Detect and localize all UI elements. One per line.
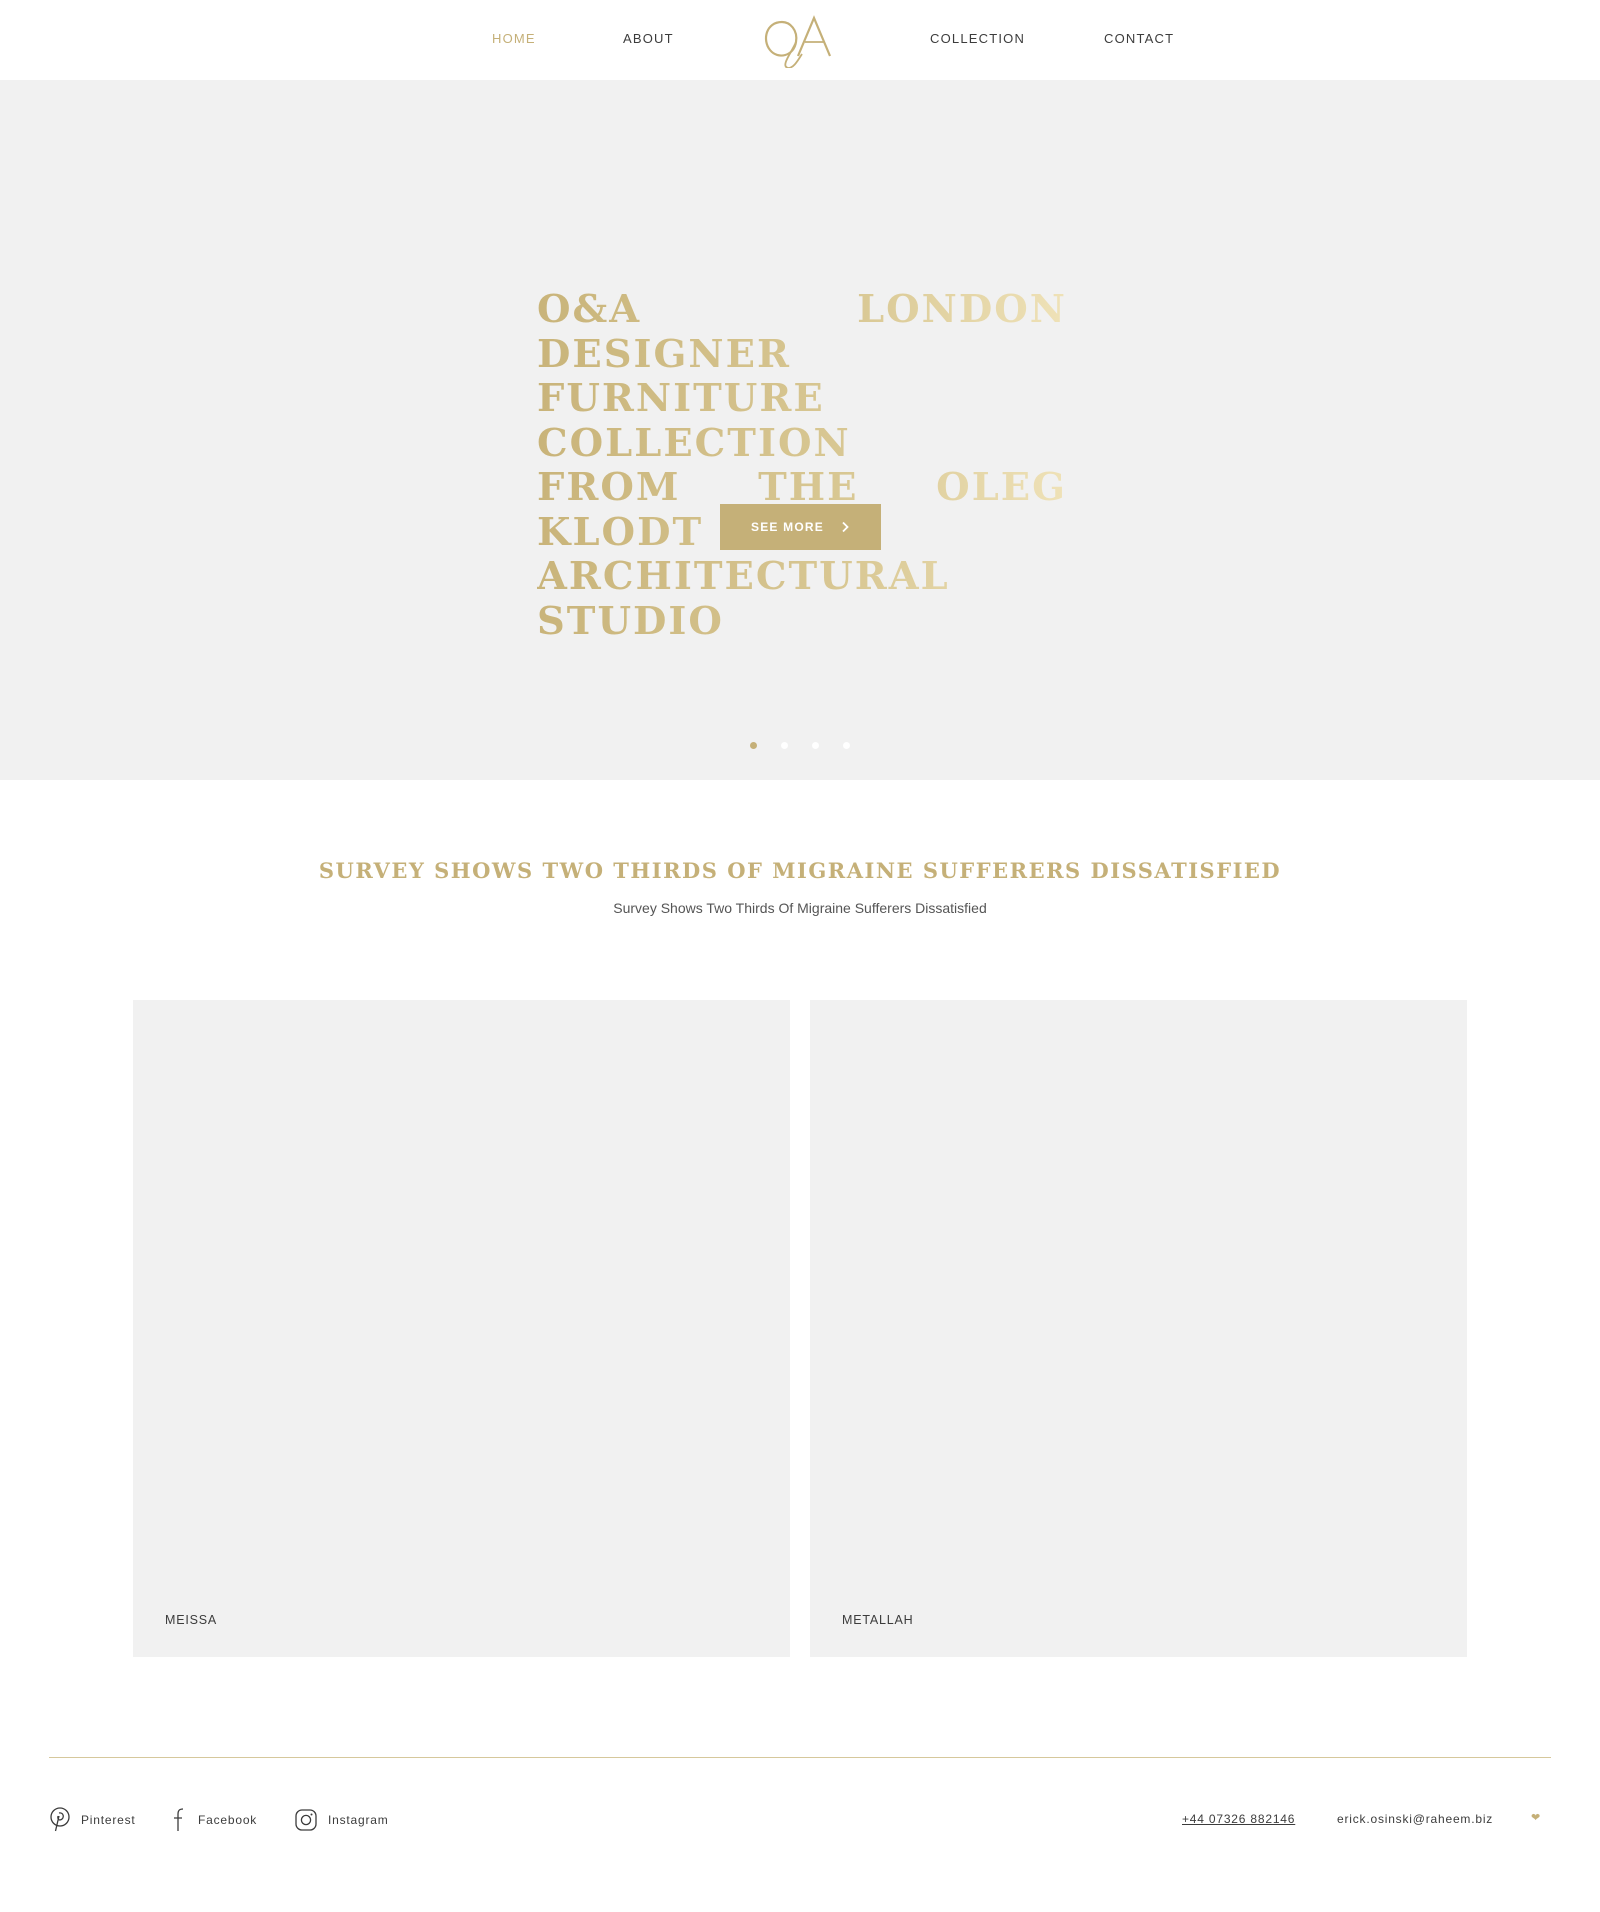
pinterest-label: Pinterest	[81, 1813, 136, 1827]
site-header: HOME ABOUT COLLECTION CONTACT	[0, 0, 1600, 80]
hero-title-line: ARCHITECTURAL STUDIO	[537, 554, 1067, 644]
card-label: MEISSA	[165, 1613, 218, 1627]
collection-card-meissa[interactable]: MEISSA	[133, 1000, 790, 1657]
hero-title-line: O&A LONDON DESIGNER	[537, 287, 1067, 377]
slider-dot-2[interactable]	[781, 742, 788, 749]
pinterest-link[interactable]: Pinterest	[49, 1807, 136, 1833]
collection-card-metallah[interactable]: METALLAH	[810, 1000, 1467, 1657]
instagram-label: Instagram	[328, 1813, 389, 1827]
slider-dot-3[interactable]	[812, 742, 819, 749]
chevron-right-icon	[842, 521, 849, 533]
facebook-icon	[174, 1808, 184, 1831]
logo-monogram-icon	[764, 15, 832, 69]
section-subtitle: Survey Shows Two Thirds Of Migraine Suff…	[613, 900, 987, 916]
hero-slider: O&A LONDON DESIGNER FURNITURE COLLECTION…	[0, 80, 1600, 780]
brand-logo[interactable]	[758, 10, 842, 69]
section-title: SURVEY SHOWS TWO THIRDS OF MIGRAINE SUFF…	[318, 858, 1282, 883]
pinterest-icon	[50, 1807, 70, 1832]
instagram-icon	[295, 1809, 317, 1831]
see-more-button[interactable]: SEE MORE	[720, 504, 881, 550]
nav-collection-link[interactable]: COLLECTION	[930, 31, 1025, 46]
facebook-label: Facebook	[198, 1813, 258, 1827]
hero-title-line: FURNITURE COLLECTION	[537, 376, 1067, 466]
nav-about-link[interactable]: ABOUT	[623, 31, 674, 46]
phone-link[interactable]: +44 07326 882146	[1182, 1812, 1295, 1826]
email-link[interactable]: erick.osinski@raheem.biz	[1337, 1812, 1493, 1826]
see-more-label: SEE MORE	[751, 520, 824, 534]
card-label: METALLAH	[842, 1613, 914, 1627]
nav-home-link[interactable]: HOME	[492, 31, 536, 46]
heart-icon: ❤	[1531, 1812, 1541, 1824]
slider-dot-1[interactable]	[750, 742, 757, 749]
instagram-link[interactable]: Instagram	[294, 1807, 389, 1833]
slider-dot-4[interactable]	[843, 742, 850, 749]
footer-divider	[49, 1757, 1551, 1758]
nav-contact-link[interactable]: CONTACT	[1104, 31, 1174, 46]
hero-title: O&A LONDON DESIGNER FURNITURE COLLECTION…	[537, 287, 1067, 644]
facebook-link[interactable]: Facebook	[172, 1807, 257, 1833]
